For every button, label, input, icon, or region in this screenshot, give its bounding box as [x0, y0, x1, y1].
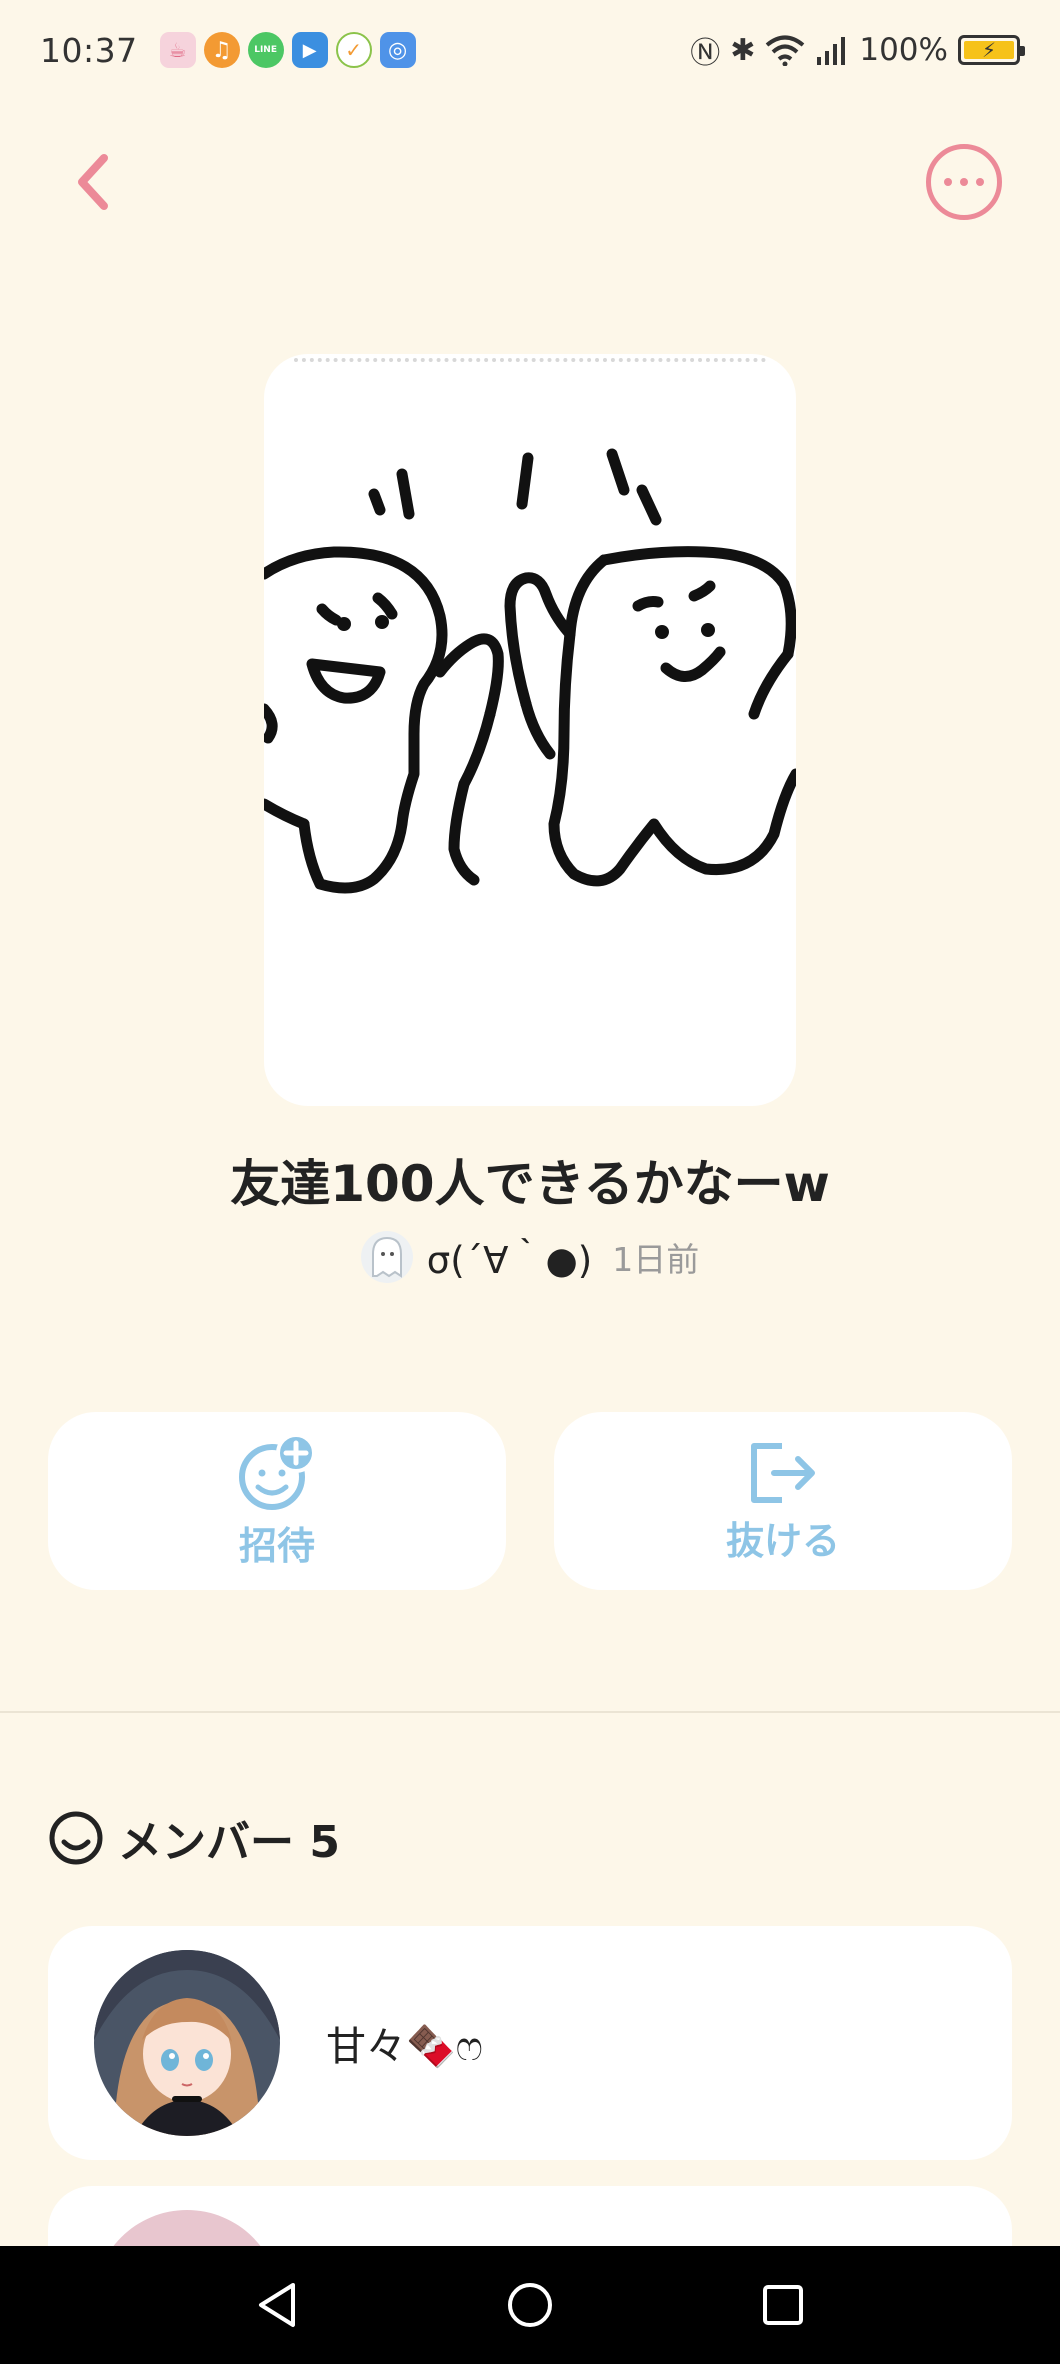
member-avatar[interactable]	[94, 1950, 280, 2136]
nfc-icon: Ⓝ	[690, 36, 721, 71]
triangle-back-icon	[258, 2283, 295, 2327]
signal-icon	[817, 37, 846, 65]
system-nav-bar	[0, 2246, 1060, 2364]
circle-home-icon	[507, 2283, 552, 2327]
square-recents-icon	[763, 2285, 804, 2325]
invite-button[interactable]: 招待	[48, 1412, 506, 1590]
browser-app-icon: ◎	[379, 32, 416, 68]
system-status: Ⓝ ✱ 100% ⚡	[690, 28, 1025, 72]
cup-app-icon: ☕	[159, 32, 196, 68]
section-divider	[0, 1711, 1060, 1713]
more-dot-icon	[944, 178, 952, 186]
more-dot-icon	[960, 178, 968, 186]
notification-icons: ☕ ♫ LINE ▶ ✓ ◎	[159, 32, 416, 68]
status-bar: 10:37 ☕ ♫ LINE ▶ ✓ ◎ Ⓝ ✱ 100% ⚡	[0, 0, 1060, 100]
members-header: メンバー 5	[48, 1806, 340, 1870]
ghost-icon	[371, 1236, 402, 1278]
nav-recents-button[interactable]	[743, 2265, 823, 2345]
more-dot-icon	[976, 178, 984, 186]
member-name: 甘々🍫ෆ	[326, 2024, 483, 2070]
member-item[interactable]: 甘々🍫ෆ	[48, 1926, 1012, 2160]
more-options-button[interactable]	[926, 144, 1002, 220]
bluetooth-icon: ✱	[730, 32, 756, 68]
add-friend-icon	[239, 1432, 316, 1510]
battery-icon: ⚡	[958, 35, 1025, 65]
exit-icon	[751, 1442, 815, 1503]
members-count-label: メンバー 5	[118, 1817, 340, 1868]
invite-label: 招待	[238, 1523, 315, 1568]
leave-label: 抜ける	[725, 1518, 840, 1563]
created-time: 1日前	[612, 1240, 700, 1279]
group-title: 友達100人できるかなーw	[230, 1155, 830, 1213]
status-time: 10:37	[40, 30, 138, 70]
nav-back-button[interactable]	[237, 2265, 317, 2345]
wifi-icon	[766, 35, 805, 66]
anime-girl-avatar	[94, 1950, 280, 2136]
waving-characters-illustration	[264, 448, 796, 894]
leave-button[interactable]: 抜ける	[554, 1412, 1012, 1590]
battery-percent: 100%	[859, 32, 948, 68]
check-app-icon: ✓	[335, 32, 372, 68]
back-button[interactable]	[62, 142, 122, 222]
group-image	[264, 354, 796, 1106]
music-app-icon: ♫	[203, 32, 240, 68]
creator-name[interactable]: σ(´∀｀●)	[427, 1230, 592, 1284]
creator-row[interactable]: σ(´∀｀●) 1日前	[0, 1230, 1060, 1284]
line-app-icon: LINE	[247, 32, 284, 68]
chevron-left-icon	[78, 154, 108, 210]
creator-avatar[interactable]	[360, 1231, 413, 1283]
nav-home-button[interactable]	[490, 2265, 570, 2345]
video-app-icon: ▶	[291, 32, 328, 68]
smiley-icon	[49, 1811, 103, 1865]
